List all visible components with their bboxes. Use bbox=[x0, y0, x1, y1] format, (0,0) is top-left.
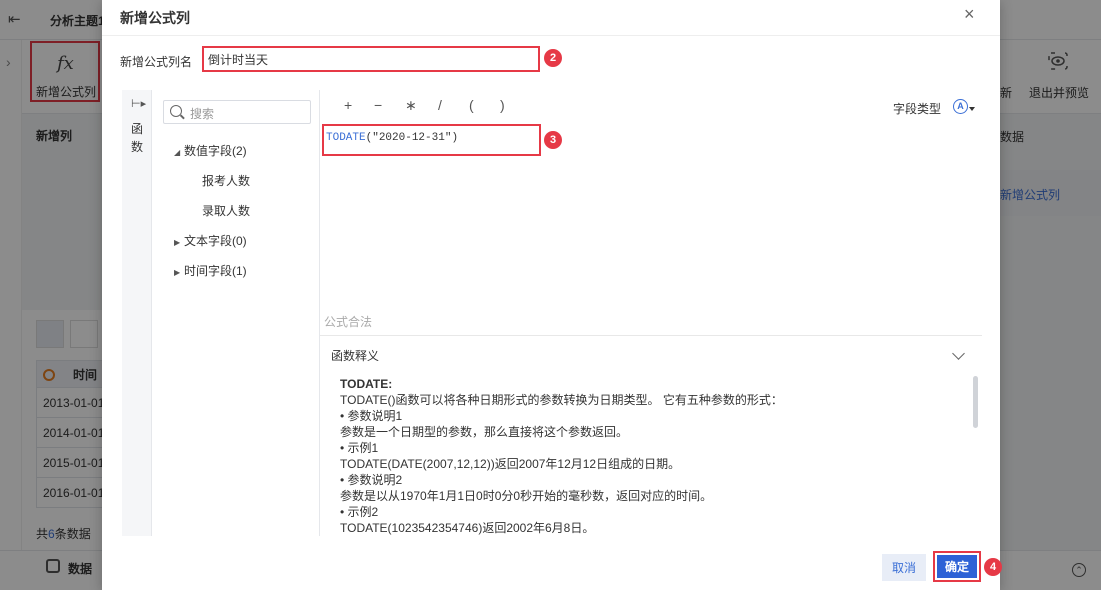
triangle-right-icon: ▶ bbox=[174, 268, 181, 277]
triangle-down-icon: ◢ bbox=[174, 148, 181, 157]
field-type-label: 字段类型 bbox=[893, 102, 942, 116]
close-icon[interactable]: × bbox=[964, 4, 975, 25]
caret-down-icon[interactable] bbox=[969, 107, 975, 111]
search-icon bbox=[170, 105, 182, 117]
triangle-right-icon: ▶ bbox=[174, 238, 181, 247]
header-divider bbox=[102, 35, 1000, 36]
cancel-button[interactable]: 取消 bbox=[882, 554, 926, 581]
tree-item-applicants[interactable]: 报考人数 bbox=[202, 172, 250, 189]
column-name-label: 新增公式列名 bbox=[120, 55, 193, 69]
formula-input[interactable]: TODATE("2020-12-31") bbox=[322, 124, 541, 156]
field-type-icon[interactable]: A bbox=[953, 99, 968, 114]
tree-group-numeric[interactable]: ◢ 数值字段(2) bbox=[174, 142, 247, 159]
operator-multiply-button[interactable]: ∗ bbox=[405, 97, 417, 114]
formula-argument: "2020-12-31" bbox=[372, 132, 452, 144]
search-placeholder: 搜索 bbox=[190, 107, 215, 121]
operator-plus-button[interactable]: + bbox=[344, 97, 352, 113]
operator-open-paren-button[interactable]: ( bbox=[469, 97, 474, 113]
operator-close-paren-button[interactable]: ) bbox=[500, 97, 505, 113]
field-search-input[interactable] bbox=[163, 100, 311, 124]
ok-button[interactable]: 确定 bbox=[937, 555, 977, 578]
explanation-header[interactable]: 函数释义 bbox=[331, 347, 379, 364]
tree-group-text[interactable]: ▶ 文本字段(0) bbox=[174, 232, 247, 249]
annotation-badge-4: 4 bbox=[984, 558, 1002, 576]
new-formula-column-dialog: 新增公式列 × 新增公式列名 2 ⊢▸ 函数 搜索 ◢数值字段(2) 报考人数 … bbox=[102, 0, 1002, 590]
explanation-divider bbox=[320, 335, 982, 336]
column-name-input[interactable] bbox=[202, 46, 540, 72]
annotation-badge-2: 2 bbox=[544, 49, 562, 67]
explanation-scrollbar[interactable] bbox=[973, 376, 978, 428]
tree-group-time[interactable]: ▶ 时间字段(1) bbox=[174, 262, 247, 279]
operator-divide-button[interactable]: / bbox=[438, 97, 442, 113]
explanation-body: TODATE: TODATE()函数可以将各种日期形式的参数转换为日期类型。 它… bbox=[340, 377, 783, 535]
operator-minus-button[interactable]: − bbox=[374, 97, 382, 113]
tree-item-admitted[interactable]: 录取人数 bbox=[202, 202, 250, 219]
annotation-badge-3: 3 bbox=[544, 131, 562, 149]
formula-function: TODATE bbox=[326, 132, 366, 144]
function-side-strip bbox=[122, 90, 152, 536]
dialog-title: 新增公式列 bbox=[120, 10, 190, 26]
expand-functions-icon[interactable]: ⊢▸ bbox=[131, 97, 146, 110]
functions-tab[interactable]: 函数 bbox=[129, 120, 145, 156]
formula-validation-status: 公式合法 bbox=[324, 315, 373, 329]
